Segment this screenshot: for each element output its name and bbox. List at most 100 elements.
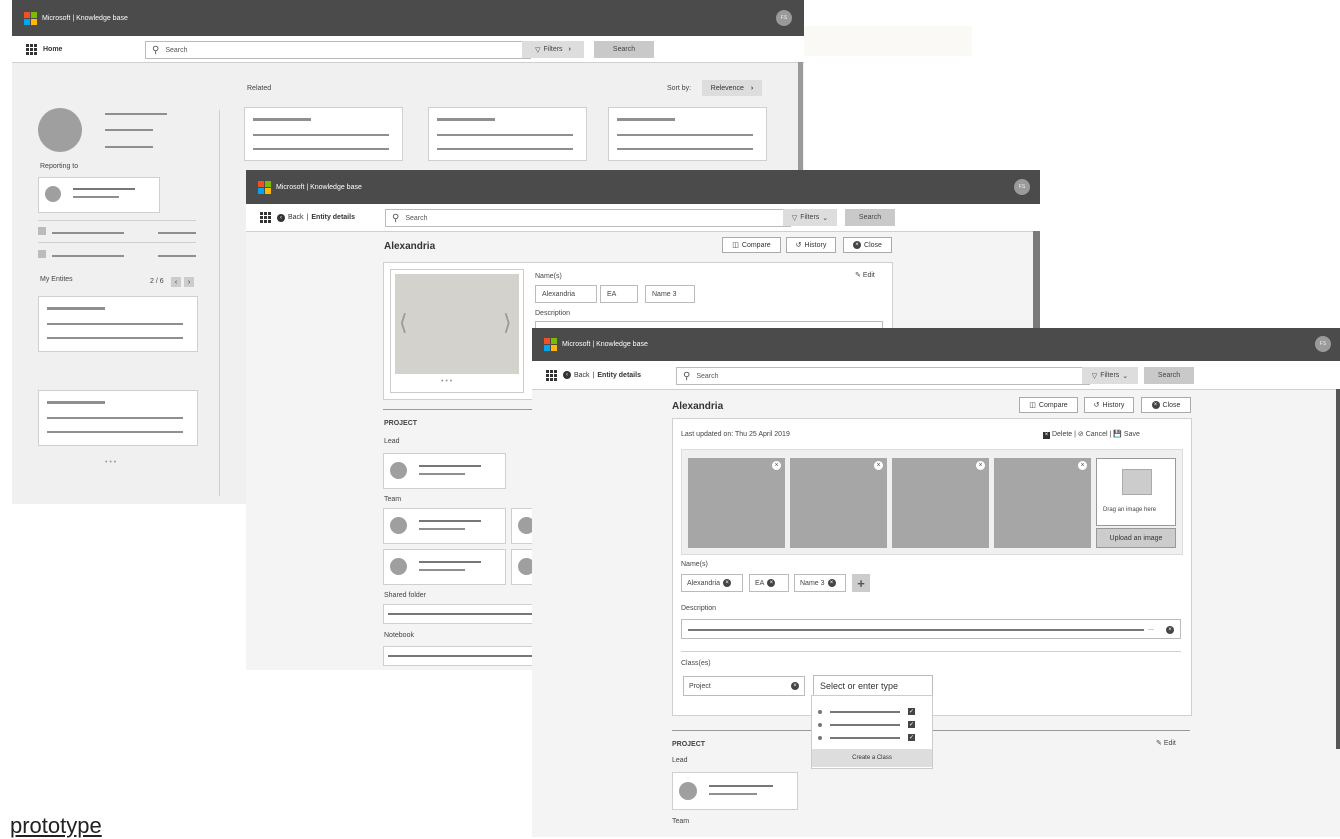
lead-label: Lead: [672, 757, 688, 764]
app-title: Microsoft | Knowledge base: [562, 341, 648, 348]
placeholder-line: [73, 188, 135, 190]
search-input[interactable]: ⚲ Search: [385, 209, 791, 227]
related-card[interactable]: [244, 107, 403, 161]
compare-button[interactable]: ◫ Compare: [722, 237, 781, 253]
delete-icon: ×: [1043, 432, 1050, 439]
gallery-image[interactable]: ×: [892, 458, 989, 548]
create-class-button[interactable]: Create a Class: [812, 749, 932, 767]
delete-button[interactable]: × Delete: [1043, 431, 1072, 439]
page-prev-button[interactable]: ‹: [171, 277, 181, 287]
filter-icon: ▽: [535, 46, 541, 54]
description-label: Description: [681, 605, 717, 612]
placeholder-line: [47, 337, 183, 339]
lead-card[interactable]: [383, 453, 506, 489]
drag-image-label: Drag an image here: [1103, 507, 1157, 513]
remove-image-icon[interactable]: ×: [874, 461, 883, 470]
app-launcher-icon[interactable]: [260, 212, 271, 223]
filters-button[interactable]: ▽ Filters ⌄: [783, 209, 837, 226]
carousel-dots[interactable]: • • •: [441, 378, 452, 385]
back-link[interactable]: Back: [574, 372, 590, 379]
scrollbar[interactable]: [1336, 389, 1340, 749]
upload-image-button[interactable]: Upload an image: [1096, 528, 1176, 548]
close-button[interactable]: × Close: [843, 237, 892, 253]
entity-card[interactable]: [38, 296, 198, 352]
description-field[interactable]: ... ×: [681, 619, 1181, 639]
search-button[interactable]: Search: [1144, 367, 1194, 384]
user-avatar[interactable]: FS: [1315, 336, 1331, 352]
search-placeholder: Search: [165, 46, 188, 54]
placeholder-line: [52, 232, 124, 234]
remove-name-icon[interactable]: ×: [767, 579, 776, 587]
placeholder-line: [419, 569, 465, 571]
placeholder-line: [830, 711, 900, 713]
back-arrow-icon[interactable]: ‹: [277, 213, 285, 222]
sort-dropdown[interactable]: Relevence ›: [702, 80, 762, 96]
avatar: [390, 558, 407, 575]
edit-link[interactable]: ✎ Edit: [855, 271, 875, 279]
chevron-right-icon: ›: [750, 84, 754, 92]
remove-image-icon[interactable]: ×: [772, 461, 781, 470]
carousel-next-icon[interactable]: ⟩: [503, 310, 512, 336]
gallery-image[interactable]: ×: [688, 458, 785, 548]
search-button[interactable]: Search: [845, 209, 895, 226]
gallery-image[interactable]: ×: [994, 458, 1091, 548]
search-input[interactable]: ⚲ Search: [145, 41, 531, 59]
dropdown-option[interactable]: ✓: [812, 720, 932, 730]
reporting-to-card[interactable]: [38, 177, 160, 213]
app-launcher-icon[interactable]: [546, 369, 557, 381]
notebook-field[interactable]: [383, 646, 555, 666]
remove-name-icon[interactable]: ×: [827, 579, 836, 587]
app-launcher-icon[interactable]: [26, 43, 37, 55]
class-type-input[interactable]: Select or enter type: [813, 675, 933, 697]
add-name-button[interactable]: +: [852, 574, 870, 592]
team-member-card[interactable]: [383, 508, 506, 544]
breadcrumb: Entity details: [597, 371, 641, 379]
search-button[interactable]: Search: [594, 41, 654, 58]
edit-link[interactable]: ✎ Edit: [1156, 739, 1176, 747]
history-button[interactable]: ↺ History: [1084, 397, 1134, 413]
clear-description-icon[interactable]: ×: [1166, 626, 1174, 634]
save-button[interactable]: 💾 Save: [1113, 431, 1140, 438]
compare-button[interactable]: ◫ Compare: [1019, 397, 1078, 413]
remove-image-icon[interactable]: ×: [1078, 461, 1087, 470]
image-drop-zone[interactable]: Drag an image here: [1096, 458, 1176, 526]
back-link[interactable]: Back: [288, 214, 304, 221]
prototype-link[interactable]: prototype: [10, 813, 102, 839]
home-link[interactable]: Home: [43, 46, 62, 53]
placeholder-line: [158, 255, 196, 257]
carousel-prev-icon[interactable]: ⟨: [399, 310, 408, 336]
user-avatar[interactable]: FS: [1014, 179, 1030, 195]
checkbox-checked-icon[interactable]: ✓: [908, 708, 915, 715]
remove-class-icon[interactable]: ×: [791, 682, 799, 690]
search-icon: ⚲: [392, 212, 400, 224]
history-button[interactable]: ↺ History: [786, 237, 836, 253]
pagination-dots[interactable]: • • •: [105, 459, 116, 466]
placeholder-line: [105, 146, 153, 148]
dropdown-option[interactable]: ✓: [812, 707, 932, 717]
remove-name-icon[interactable]: ×: [723, 579, 732, 587]
avatar: [390, 462, 407, 479]
search-placeholder: Search: [405, 214, 428, 222]
reporting-to-label: Reporting to: [40, 163, 79, 170]
team-member-card[interactable]: [383, 549, 506, 585]
shared-folder-field[interactable]: [383, 604, 555, 624]
page-next-button[interactable]: ›: [184, 277, 194, 287]
entity-card[interactable]: [38, 390, 198, 446]
bullet-icon: [818, 736, 822, 740]
cancel-button[interactable]: ⊘ Cancel: [1078, 431, 1108, 438]
lead-card[interactable]: [672, 772, 798, 810]
back-arrow-icon[interactable]: ‹: [563, 371, 571, 379]
checkbox-checked-icon[interactable]: ✓: [908, 734, 915, 741]
edit-icon: ✎: [855, 272, 863, 279]
related-card[interactable]: [428, 107, 587, 161]
dropdown-option[interactable]: ✓: [812, 733, 932, 743]
user-avatar[interactable]: FS: [776, 10, 792, 26]
close-button[interactable]: × Close: [1141, 397, 1191, 413]
related-card[interactable]: [608, 107, 767, 161]
checkbox-checked-icon[interactable]: ✓: [908, 721, 915, 728]
filters-button[interactable]: ▽ Filters ›: [522, 41, 584, 58]
search-input[interactable]: ⚲ Search: [676, 367, 1090, 385]
remove-image-icon[interactable]: ×: [976, 461, 985, 470]
filters-button[interactable]: ▽ Filters ⌄: [1082, 367, 1138, 384]
gallery-image[interactable]: ×: [790, 458, 887, 548]
